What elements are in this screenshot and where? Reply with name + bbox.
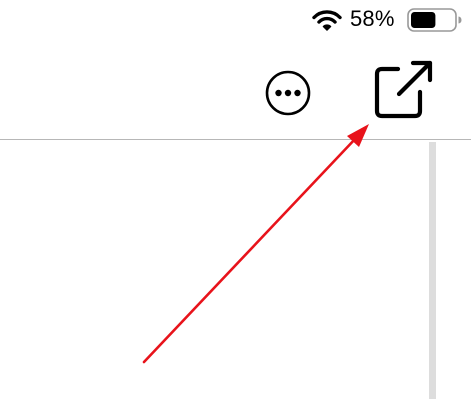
battery-fill <box>411 12 436 28</box>
toolbar <box>0 40 471 140</box>
content-area <box>0 140 471 399</box>
battery-percentage: 58% <box>350 6 395 31</box>
ellipsis-circle-icon <box>265 70 311 116</box>
open-in-new-window-icon <box>374 60 433 119</box>
more-options-button[interactable] <box>264 70 314 116</box>
scrollbar[interactable] <box>429 142 436 399</box>
wifi-icon <box>312 10 342 31</box>
app-screen: 58% <box>0 0 471 399</box>
status-bar: 58% <box>0 0 471 40</box>
battery-icon <box>407 8 462 32</box>
open-in-new-window-button[interactable] <box>368 56 438 122</box>
